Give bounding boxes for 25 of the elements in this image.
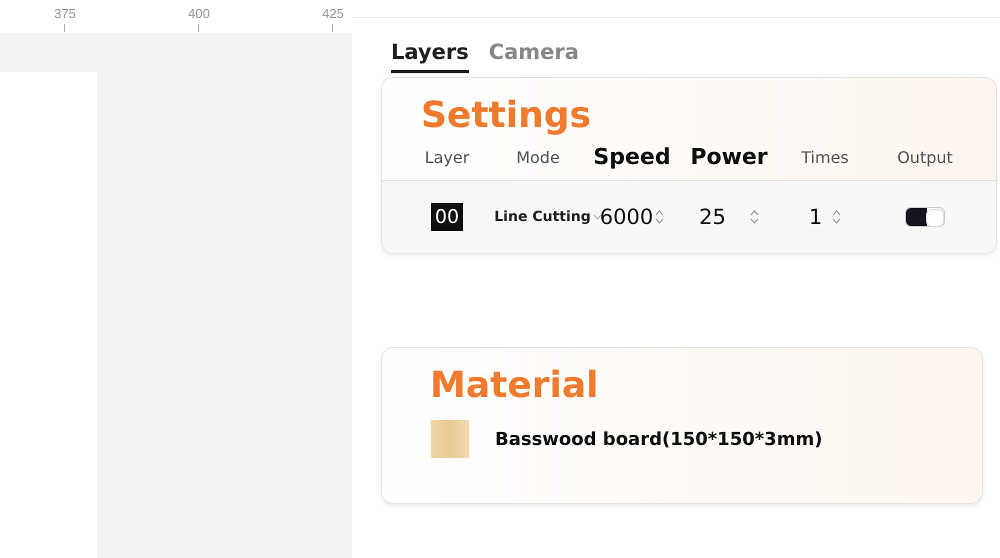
column-header: Times <box>801 148 849 168</box>
stepper-icon[interactable] <box>750 208 759 225</box>
power-value[interactable]: 25 <box>699 204 726 229</box>
ruler-label: 425 <box>322 6 344 21</box>
wood-swatch <box>431 420 469 458</box>
column-header: Output <box>897 148 953 168</box>
section-title: Material <box>429 364 600 406</box>
column-header: Mode <box>516 148 560 168</box>
ruler-label: 375 <box>54 6 76 21</box>
section-title: Settings <box>420 94 592 136</box>
ruler-label: 400 <box>188 6 210 21</box>
chevron-icon[interactable] <box>592 214 602 220</box>
column-header: Speed <box>593 145 671 170</box>
stepper-icon[interactable] <box>655 208 664 225</box>
mode-dropdown[interactable]: Line Cutting <box>494 208 591 225</box>
material-name: Basswood board(150*150*3mm) <box>495 428 822 450</box>
stepper-icon[interactable] <box>832 208 842 225</box>
times-value[interactable]: 1 <box>808 204 822 229</box>
output-toggle[interactable] <box>905 206 945 227</box>
tab[interactable]: Layers <box>391 40 469 73</box>
column-header: Power <box>690 145 768 170</box>
layer-badge[interactable]: 00 <box>430 202 464 231</box>
column-header: Layer <box>424 148 470 168</box>
tab[interactable]: Camera <box>488 40 579 73</box>
speed-value[interactable]: 6000 <box>600 204 654 229</box>
